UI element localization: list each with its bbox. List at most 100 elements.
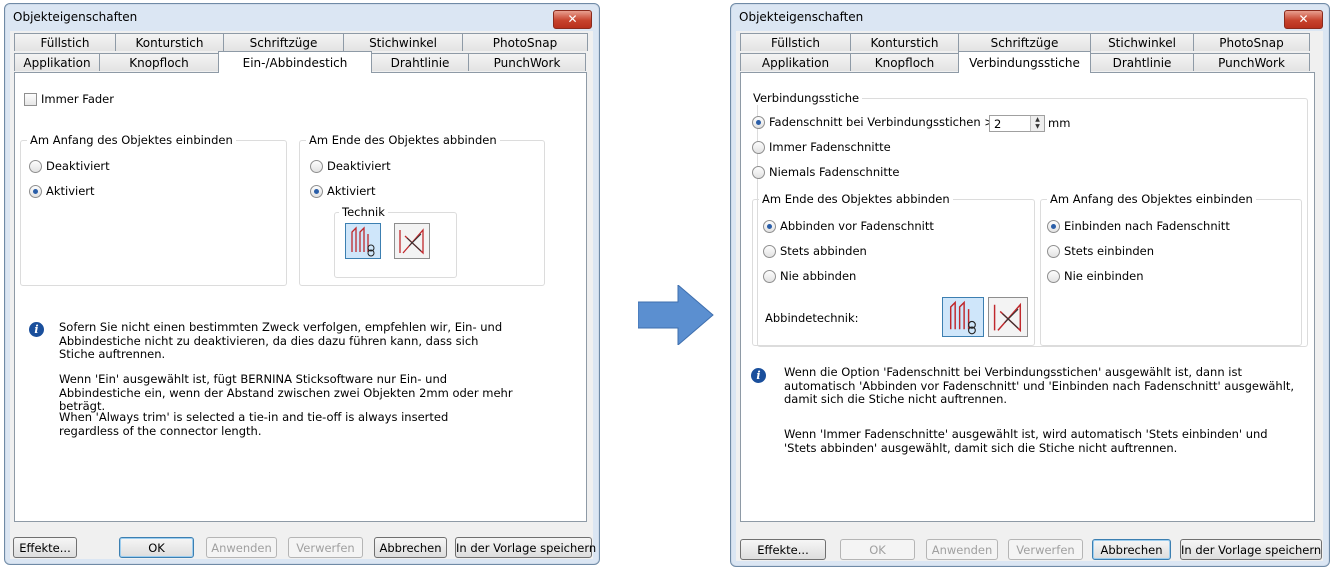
close-icon[interactable]: ✕ [1284,10,1323,29]
abbrechen-button[interactable]: Abbrechen [1092,539,1171,560]
radio-off-icon [752,165,765,179]
radio-label: Einbinden nach Fadenschnitt [1064,219,1230,233]
radio-label: Fadenschnitt bei Verbindungsstichen >= [769,115,1004,129]
radio-label: Aktiviert [46,184,95,198]
right-end-group: Am Ende des Objektes abbinden Abbinden v… [752,192,1035,346]
verwerfen-button[interactable]: Verwerfen [288,537,363,558]
radio-off-icon [1047,244,1060,258]
right-start-group: Am Anfang des Objektes einbinden Einbind… [1040,192,1302,346]
left-tab-panel: Immer Fader Am Anfang des Objektes einbi… [14,72,587,522]
tab-applikation[interactable]: Applikation [14,53,100,71]
radio-label: Stets einbinden [1064,244,1155,258]
left-tab-row-2: Applikation Knopfloch Ein-/Abbindestich … [14,51,586,73]
tab-drahtlinie[interactable]: Drahtlinie [1090,53,1194,71]
left-info-paragraph-1: Sofern Sie nicht einen bestimmten Zweck … [59,320,503,361]
stets-abbinden-radio[interactable]: Stets abbinden [763,244,867,258]
start-deaktiviert-radio[interactable]: Deaktiviert [29,159,110,173]
verwerfen-button[interactable]: Verwerfen [1008,539,1083,560]
stepper-arrows-icon[interactable]: ▲ ▼ [1030,116,1044,131]
radio-on-icon [1047,219,1060,233]
radio-label: Aktiviert [327,184,376,198]
tie-off-alt-technique-icon[interactable] [394,223,430,259]
tab-stichwinkel[interactable]: Stichwinkel [343,33,463,51]
ok-button[interactable]: OK [119,537,194,558]
abbrechen-button[interactable]: Abbrechen [374,537,447,558]
radio-label: Niemals Fadenschnitte [769,165,900,179]
tie-off-technique-icon[interactable] [942,297,984,337]
tie-off-alt-technique-icon[interactable] [988,297,1028,337]
nie-abbinden-radio[interactable]: Nie abbinden [763,269,856,283]
nie-einbinden-radio[interactable]: Nie einbinden [1047,269,1144,283]
start-group-label: Am Anfang des Objektes einbinden [1047,192,1256,206]
trim-length-stepper[interactable]: 2 ▲ ▼ [989,115,1045,132]
fadenschnitt-radio[interactable]: Fadenschnitt bei Verbindungsstichen >= [752,115,1004,129]
right-client-area: Füllstich Konturstich Schriftzüge Stichw… [736,31,1323,561]
right-info-paragraph-1: Wenn die Option 'Fadenschnitt bei Verbin… [784,365,1295,406]
end-group-label: Am Ende des Objektes abbinden [306,133,500,147]
effekte-button[interactable]: Effekte... [740,539,826,560]
tab-verbindungsstiche[interactable]: Verbindungsstiche [958,51,1091,73]
immer-fadenschnitte-radio[interactable]: Immer Fadenschnitte [752,140,891,154]
radio-on-icon [752,115,765,129]
tab-applikation[interactable]: Applikation [740,53,851,71]
tab-drahtlinie[interactable]: Drahtlinie [371,53,469,71]
tab-ein-abbindestich[interactable]: Ein-/Abbindestich [218,51,372,73]
right-tab-row-1: Füllstich Konturstich Schriftzüge Stichw… [740,33,1310,52]
radio-off-icon [310,159,323,173]
anwenden-button[interactable]: Anwenden [206,537,277,558]
tie-off-technique-icon[interactable] [345,223,381,259]
radio-off-icon [763,269,776,283]
einbinden-nach-fadenschnitt-radio[interactable]: Einbinden nach Fadenschnitt [1047,219,1230,233]
in-der-vorlage-speichern-button[interactable]: In der Vorlage speichern [1180,539,1322,560]
always-fade-label: Immer Fader [41,92,114,106]
tab-fuellstich[interactable]: Füllstich [14,33,116,51]
tab-stichwinkel[interactable]: Stichwinkel [1090,33,1194,51]
close-icon[interactable]: ✕ [553,10,592,29]
right-tab-row-2: Applikation Knopfloch Verbindungsstiche … [740,51,1310,73]
left-dialog-title: Objekteigenschaften [13,10,138,24]
tab-schriftzuege[interactable]: Schriftzüge [958,33,1091,51]
radio-off-icon [763,244,776,258]
tab-konturstich[interactable]: Konturstich [115,33,224,51]
end-group-label: Am Ende des Objektes abbinden [759,192,953,206]
tab-knopfloch[interactable]: Knopfloch [850,53,959,71]
right-info-paragraph-2: Wenn 'Immer Fadenschnitte' ausgewählt is… [784,427,1268,455]
tab-konturstich[interactable]: Konturstich [850,33,959,51]
left-info-paragraph-3: When 'Always trim' is selected a tie-in … [59,410,449,438]
left-dialog-window: Objekteigenschaften ✕ Füllstich Konturst… [4,3,600,565]
effekte-button[interactable]: Effekte... [13,537,77,558]
in-der-vorlage-speichern-button[interactable]: In der Vorlage speichern [455,537,596,558]
stets-einbinden-radio[interactable]: Stets einbinden [1047,244,1154,258]
right-arrow-icon [638,285,714,345]
start-aktiviert-radio[interactable]: Aktiviert [29,184,95,198]
end-deaktiviert-radio[interactable]: Deaktiviert [310,159,391,173]
tab-punchwork[interactable]: PunchWork [1193,53,1310,71]
verbindungsstiche-group-label: Verbindungsstiche [750,91,863,105]
radio-label: Nie einbinden [1064,269,1144,283]
anwenden-button[interactable]: Anwenden [926,539,998,560]
ok-button[interactable]: OK [840,539,915,560]
abbindetechnik-label: Abbindetechnik: [765,311,859,325]
tab-fuellstich[interactable]: Füllstich [740,33,851,51]
end-aktiviert-radio[interactable]: Aktiviert [310,184,376,198]
always-fade-checkbox[interactable]: Immer Fader [24,92,114,106]
tab-photosnap[interactable]: PhotoSnap [1193,33,1310,51]
tab-punchwork[interactable]: PunchWork [468,53,586,71]
tab-schriftzuege[interactable]: Schriftzüge [223,33,344,51]
radio-label: Abbinden vor Fadenschnitt [780,219,934,233]
info-icon: i [29,322,44,337]
left-tab-row-1: Füllstich Konturstich Schriftzüge Stichw… [14,33,588,52]
left-client-area: Füllstich Konturstich Schriftzüge Stichw… [10,31,596,559]
right-dialog-window: Objekteigenschaften ✕ Füllstich Konturst… [730,3,1330,567]
abbinden-vor-fadenschnitt-radio[interactable]: Abbinden vor Fadenschnitt [763,219,934,233]
tab-photosnap[interactable]: PhotoSnap [462,33,588,51]
niemals-fadenschnitte-radio[interactable]: Niemals Fadenschnitte [752,165,899,179]
trim-length-value: 2 [994,117,1002,131]
radio-on-icon [29,184,42,198]
left-titlebar: Objekteigenschaften ✕ [5,4,599,30]
left-info-paragraph-2: Wenn 'Ein' ausgewählt ist, fügt BERNINA … [59,372,513,413]
tab-knopfloch[interactable]: Knopfloch [99,53,219,71]
checkbox-box [24,92,37,106]
technik-label: Technik [339,205,388,219]
trim-length-unit: mm [1048,116,1071,130]
